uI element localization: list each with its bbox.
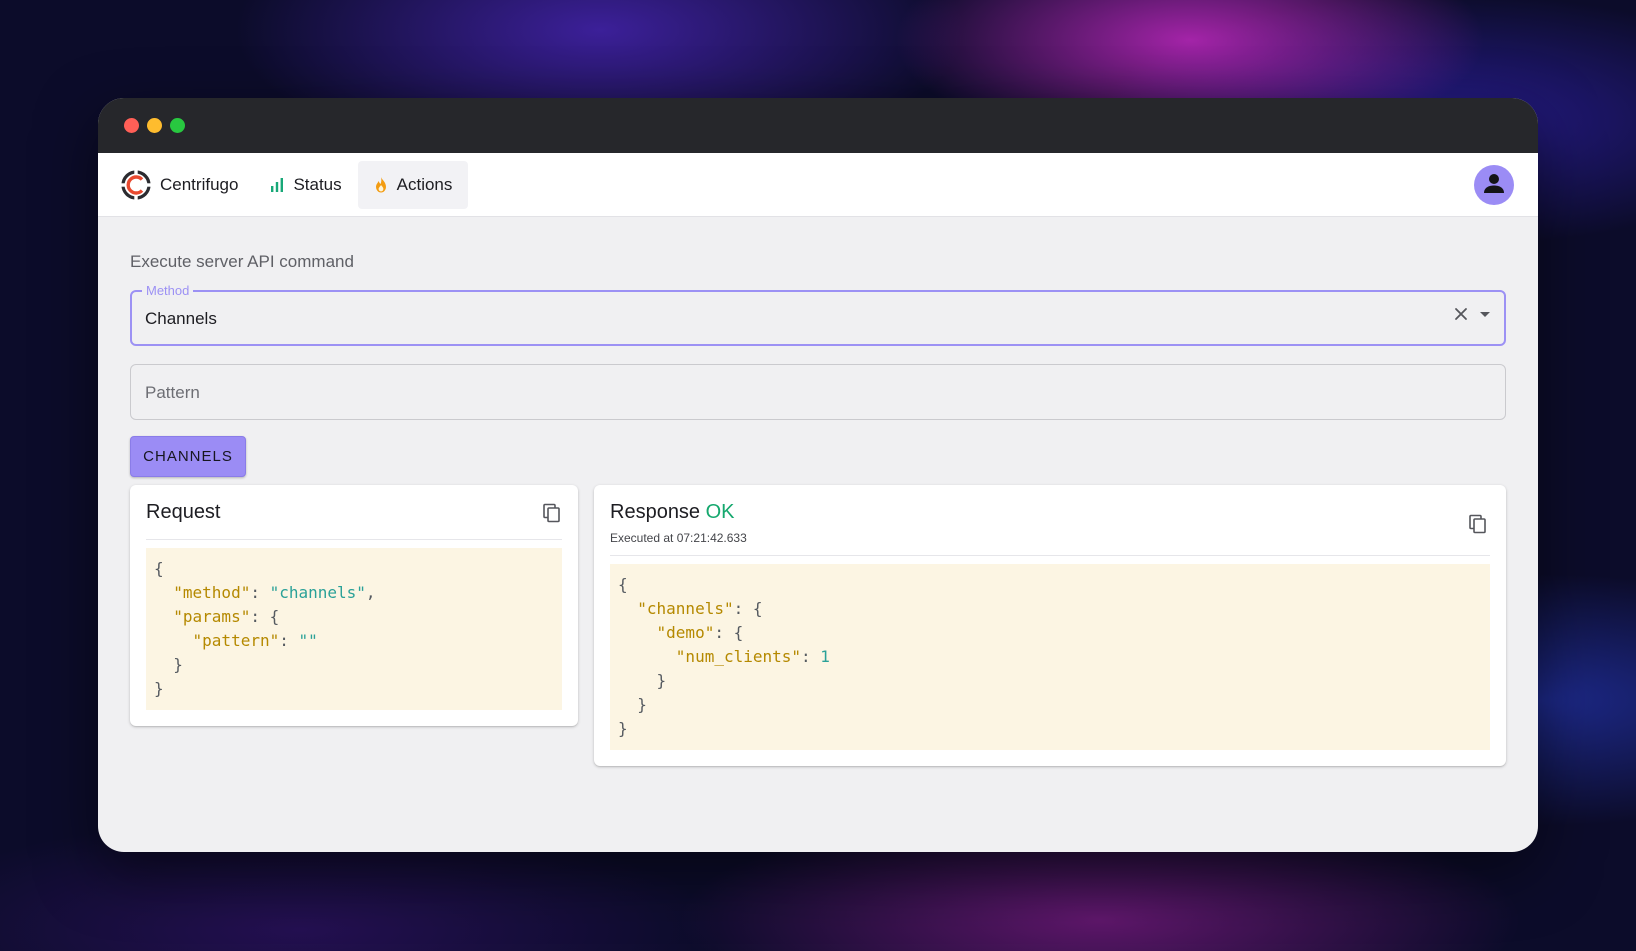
result-panels: Request { "method": "channels", "params"… (130, 485, 1506, 766)
brand-label: Centrifugo (160, 174, 239, 194)
response-panel: Response OK Executed at 07:21:42.633 { "… (594, 485, 1506, 766)
app-window: Centrifugo Status Actions Execute server… (98, 98, 1538, 852)
response-timestamp: Executed at 07:21:42.633 (610, 531, 747, 545)
pattern-input[interactable]: Pattern (130, 364, 1506, 420)
fire-icon (374, 176, 388, 193)
nav-item-label: Actions (396, 174, 453, 194)
request-method-value: "channels" (269, 583, 366, 602)
minimize-window-button[interactable] (147, 118, 162, 133)
dropdown-arrow-icon[interactable] (1478, 307, 1492, 326)
method-select[interactable]: Method Channels (130, 283, 1506, 346)
method-field-value: Channels (145, 309, 217, 328)
response-title: Response (610, 501, 701, 523)
request-pattern-value: "" (298, 631, 318, 650)
response-json-code: { "channels": { "demo": { "num_clients":… (610, 564, 1490, 750)
clear-icon[interactable] (1454, 307, 1468, 326)
person-icon (1483, 172, 1505, 199)
copy-request-icon[interactable] (542, 503, 562, 528)
close-window-button[interactable] (124, 118, 139, 133)
copy-response-icon[interactable] (1468, 514, 1488, 539)
nav-item-status[interactable]: Status (254, 161, 357, 209)
nav-item-label: Status (293, 174, 342, 194)
pattern-placeholder: Pattern (145, 383, 200, 402)
request-title: Request (146, 501, 221, 523)
maximize-window-button[interactable] (170, 118, 185, 133)
bar-chart-icon (270, 177, 284, 192)
response-title-row: Response OK (610, 501, 747, 524)
response-status-badge: OK (705, 501, 735, 523)
method-field-label: Method (142, 283, 194, 298)
response-num-clients-value: 1 (820, 647, 830, 666)
nav-item-actions[interactable]: Actions (357, 160, 469, 209)
request-json-code: { "method": "channels", "params": { "pat… (146, 548, 562, 710)
main-content: Execute server API command Method Channe… (98, 252, 1538, 766)
app-bar: Centrifugo Status Actions (98, 153, 1538, 217)
request-panel: Request { "method": "channels", "params"… (130, 485, 578, 726)
user-avatar-button[interactable] (1474, 165, 1514, 205)
page-title: Execute server API command (130, 252, 354, 271)
centrifugo-logo-icon (121, 169, 151, 200)
channels-submit-button[interactable]: CHANNELS (130, 436, 246, 477)
window-titlebar (98, 98, 1538, 153)
brand-link[interactable]: Centrifugo (121, 161, 254, 209)
